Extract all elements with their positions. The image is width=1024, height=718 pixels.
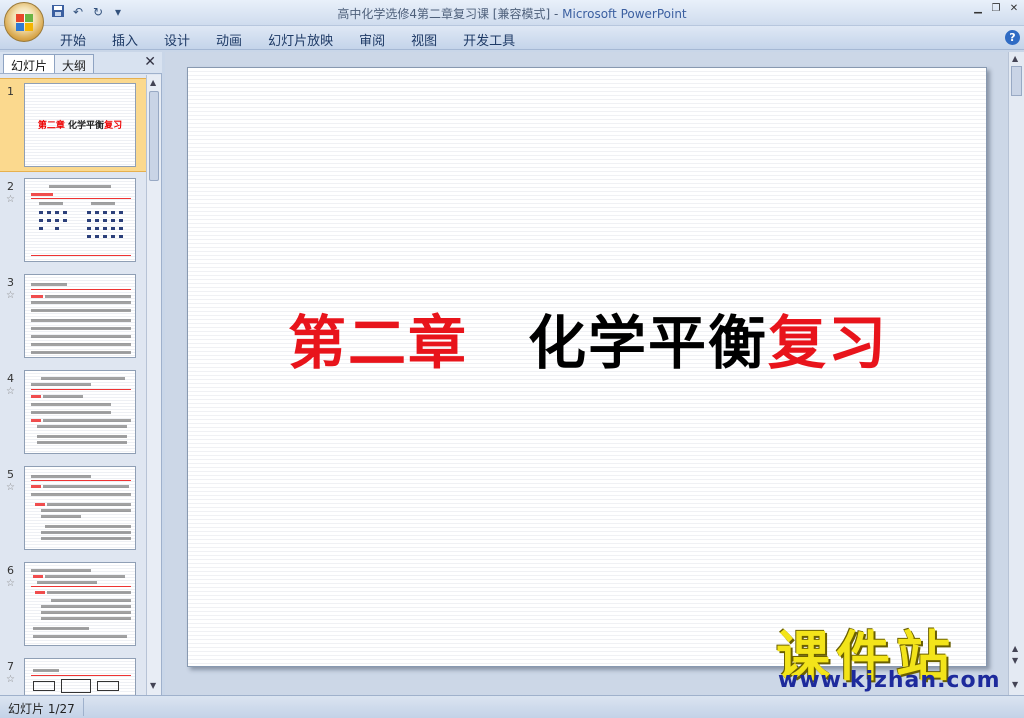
thumbnail-row-5[interactable]: 5 ☆ (0, 462, 146, 556)
thumbnail-scrollbar[interactable]: ▲ ▼ (146, 75, 161, 695)
ribbon-tabs: 开始 插入 设计 动画 幻灯片放映 审阅 视图 开发工具 (60, 30, 541, 49)
animation-star-icon: ☆ (6, 578, 15, 589)
scrollbar-thumb[interactable] (1011, 66, 1022, 96)
help-icon[interactable]: ? (1005, 30, 1020, 45)
scroll-up-icon[interactable]: ▲ (1012, 54, 1018, 63)
thumbnail-number: 4 (7, 372, 14, 385)
thumbnail-row-3[interactable]: 3 ☆ (0, 270, 146, 364)
slide-title-review: 复习 (768, 309, 889, 377)
close-icon[interactable]: ✕ (1008, 3, 1020, 14)
animation-star-icon: ☆ (6, 674, 15, 685)
tab-outline[interactable]: 大纲 (54, 54, 95, 73)
window-controls: ▁ ❐ ✕ (972, 3, 1020, 14)
office-button[interactable] (4, 2, 44, 42)
slide-thumbnail-3[interactable] (24, 274, 136, 358)
editor-scrollbar[interactable]: ▲ ▲ ▼ ▼ (1008, 52, 1024, 695)
animation-star-icon: ☆ (6, 290, 15, 301)
minimize-icon[interactable]: ▁ (972, 3, 984, 14)
tab-design[interactable]: 设计 (164, 30, 190, 49)
status-bar: 幻灯片 1/27 (0, 695, 1024, 718)
slide-title[interactable]: 第二章 化学平衡复习 (188, 296, 988, 380)
slide-thumbnail-6[interactable] (24, 562, 136, 646)
current-slide[interactable]: 第二章 化学平衡复习 (187, 67, 987, 667)
slide-thumbnail-7[interactable] (24, 658, 136, 695)
thumbnail-number: 1 (7, 85, 14, 98)
tab-review[interactable]: 审阅 (359, 30, 385, 49)
slide-title-topic: 化学平衡 (527, 309, 768, 377)
slides-panel: 幻灯片 大纲 ✕ 1 第二章 化学平衡复习 2 ☆ 3 ☆ 4 ☆ 5 ☆ 6 … (0, 52, 162, 695)
scroll-up-icon[interactable]: ▲ (150, 78, 156, 87)
office-logo-icon (16, 14, 34, 32)
tab-view[interactable]: 视图 (411, 30, 437, 49)
tab-developer[interactable]: 开发工具 (463, 30, 515, 49)
thumbnail-row-1[interactable]: 1 第二章 化学平衡复习 (0, 78, 146, 172)
slide-thumbnail-1[interactable]: 第二章 化学平衡复习 (24, 83, 136, 167)
tab-home[interactable]: 开始 (60, 30, 86, 49)
scroll-down-icon[interactable]: ▼ (150, 681, 156, 690)
slide-editor: 第二章 化学平衡复习 (165, 52, 1008, 695)
animation-star-icon: ☆ (6, 482, 15, 493)
tab-slideshow[interactable]: 幻灯片放映 (268, 30, 333, 49)
thumbnail-title: 第二章 化学平衡复习 (37, 121, 123, 131)
thumbnail-number: 3 (7, 276, 14, 289)
slide-thumbnail-2[interactable] (24, 178, 136, 262)
ribbon: 开始 插入 设计 动画 幻灯片放映 审阅 视图 开发工具 ? (0, 26, 1024, 50)
animation-star-icon: ☆ (6, 194, 15, 205)
tab-insert[interactable]: 插入 (112, 30, 138, 49)
thumbnail-number: 5 (7, 468, 14, 481)
tab-slides[interactable]: 幻灯片 (3, 54, 56, 73)
animation-star-icon: ☆ (6, 386, 15, 397)
thumbnail-number: 6 (7, 564, 14, 577)
app-name: Microsoft PowerPoint (562, 7, 687, 21)
window-title: 高中化学选修4第二章复习课 [兼容模式] - Microsoft PowerPo… (0, 5, 1024, 22)
slide-counter: 幻灯片 1/27 (8, 702, 75, 716)
thumbnail-row-4[interactable]: 4 ☆ (0, 366, 146, 460)
slide-thumbnail-5[interactable] (24, 466, 136, 550)
status-divider (83, 698, 84, 716)
document-title: 高中化学选修4第二章复习课 [兼容模式] - (337, 7, 563, 21)
thumbnail-row-2[interactable]: 2 ☆ (0, 174, 146, 268)
slide-title-chapter: 第二章 (287, 309, 468, 377)
thumbnail-list: 1 第二章 化学平衡复习 2 ☆ 3 ☆ 4 ☆ 5 ☆ 6 ☆ 7 ☆ (0, 75, 146, 695)
slide-thumbnail-4[interactable] (24, 370, 136, 454)
watermark: 课件站 www.kjzhan.com (770, 612, 1020, 693)
restore-icon[interactable]: ❐ (990, 3, 1002, 14)
thumbnail-row-7[interactable]: 7 ☆ (0, 654, 146, 695)
thumbnail-number: 7 (7, 660, 14, 673)
title-bar: ↶ ↻ ▾ 高中化学选修4第二章复习课 [兼容模式] - Microsoft P… (0, 0, 1024, 26)
scrollbar-thumb[interactable] (149, 91, 159, 181)
tab-animations[interactable]: 动画 (216, 30, 242, 49)
watermark-url: www.kjzhan.com (778, 668, 1001, 693)
thumbnail-row-6[interactable]: 6 ☆ (0, 558, 146, 652)
panel-close-icon[interactable]: ✕ (144, 54, 156, 70)
thumbnail-number: 2 (7, 180, 14, 193)
panel-tabs: 幻灯片 大纲 ✕ (0, 52, 162, 74)
